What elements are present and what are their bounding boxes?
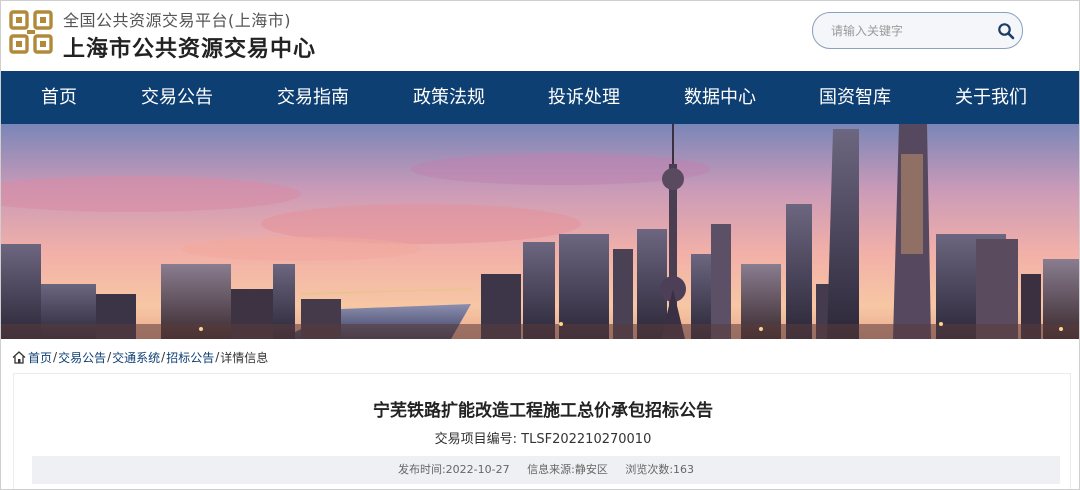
nav-item-complaints[interactable]: 投诉处理 [548,71,620,124]
nav-item-think-tank[interactable]: 国资智库 [819,71,891,124]
breadcrumb-separator: / [215,350,220,364]
main-nav: 首页 交易公告 交易指南 政策法规 投诉处理 数据中心 国资智库 关于我们 [1,71,1079,124]
logo-icon[interactable] [8,9,54,55]
nav-item-policy[interactable]: 政策法规 [413,71,485,124]
site-title[interactable]: 上海市公共资源交易中心 [63,31,316,63]
publish-label: 发布时间: [397,463,446,476]
breadcrumb-separator: / [107,350,112,364]
publish-info: 发布时间:2022-10-27 [398,463,510,476]
nav-item-about[interactable]: 关于我们 [955,71,1027,124]
publish-date: 2022-10-27 [445,463,510,476]
nav-item-home[interactable]: 首页 [41,71,77,124]
site-header: 全国公共资源交易平台(上海市) 上海市公共资源交易中心 [1,1,1079,71]
search-icon[interactable] [997,22,1015,40]
project-code: TLSF202210270010 [521,432,652,447]
breadcrumb: 首页 / 交易公告 / 交通系统 / 招标公告 / 详情信息 [12,348,268,366]
article-card: 宁芜铁路扩能改造工程施工总价承包招标公告 交易项目编号: TLSF2022102… [13,373,1072,489]
nav-item-announcements[interactable]: 交易公告 [141,71,213,124]
source-info: 信息来源:静安区 [527,463,608,476]
breadcrumb-item-tender-notice[interactable]: 招标公告 [166,349,214,366]
search-input[interactable] [831,21,981,41]
source-value: 静安区 [574,463,608,476]
article-title: 宁芜铁路扩能改造工程施工总价承包招标公告 [373,401,713,421]
breadcrumb-item-home[interactable]: 首页 [28,349,52,366]
views-label: 浏览次数: [625,463,674,476]
nav-item-guide[interactable]: 交易指南 [277,71,349,124]
project-code-line: 交易项目编号: TLSF202210270010 [14,428,1072,447]
breadcrumb-current: 详情信息 [220,350,269,365]
page-frame: 全国公共资源交易平台(上海市) 上海市公共资源交易中心 首页 交易公告 交易指南… [0,0,1080,490]
views-count: 163 [673,463,695,476]
article-meta-bar: 发布时间:2022-10-27 信息来源:静安区 浏览次数:163 [32,456,1060,484]
breadcrumb-separator: / [53,350,58,364]
project-code-label: 交易项目编号: [434,432,518,447]
source-label: 信息来源: [527,463,575,476]
site-subtitle: 全国公共资源交易平台(上海市) [63,11,291,30]
views-info: 浏览次数:163 [625,463,694,476]
breadcrumb-item-announcements[interactable]: 交易公告 [58,349,106,366]
nav-item-data-center[interactable]: 数据中心 [684,71,756,124]
breadcrumb-separator: / [161,350,166,364]
home-icon [12,350,26,364]
breadcrumb-item-transport[interactable]: 交通系统 [112,349,160,366]
search-box [812,12,1023,49]
banner-skyline-image [1,124,1079,339]
